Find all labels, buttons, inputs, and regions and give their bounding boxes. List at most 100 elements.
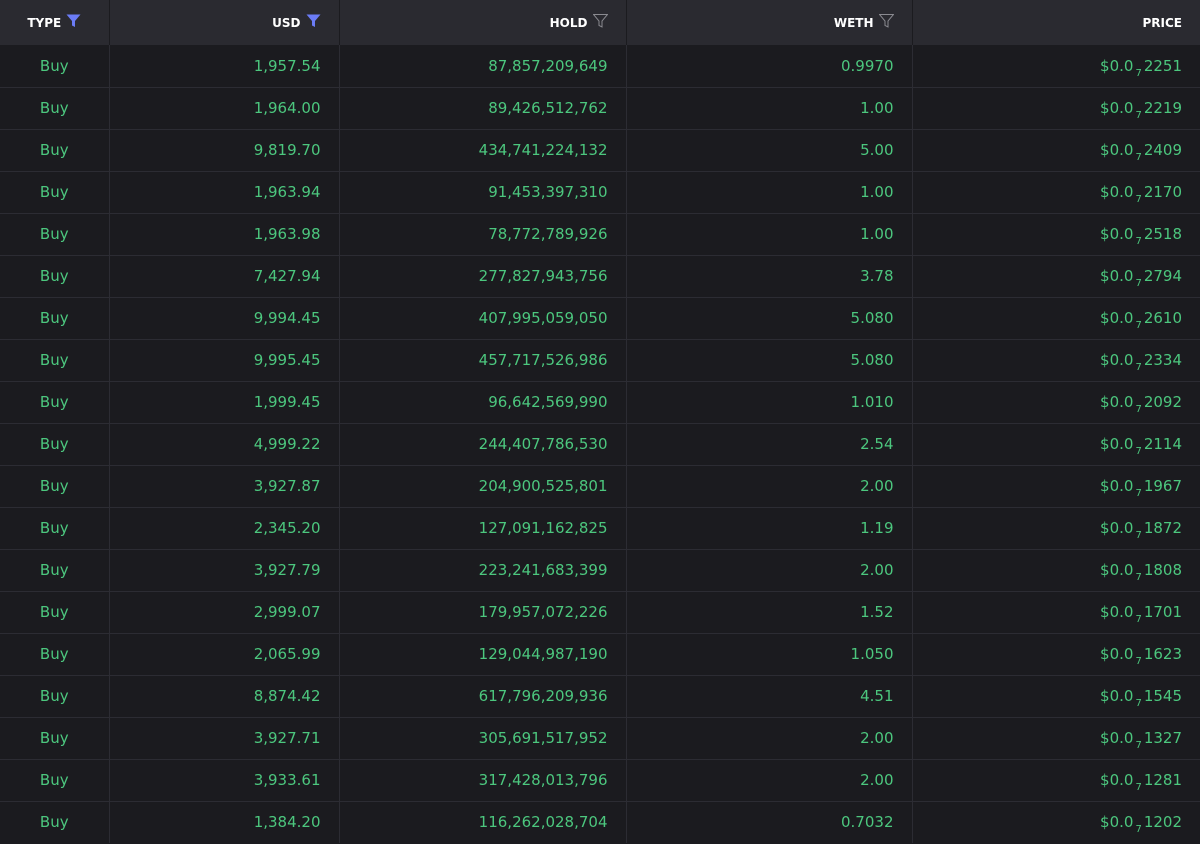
table-row[interactable]: Buy 9,994.45 407,995,059,050 5.080 $0.0 7 2610 xyxy=(0,297,1200,340)
price-value: $0.0 7 2610 xyxy=(912,297,1200,340)
price-value: $0.0 7 1545 xyxy=(912,675,1200,718)
weth-value: 2.00 xyxy=(626,549,913,592)
price-prefix: $0.0 xyxy=(1100,141,1134,159)
table-row[interactable]: Buy 1,963.94 91,453,397,310 1.00 $0.0 7 2170 xyxy=(0,171,1200,214)
hold-value: 244,407,786,530 xyxy=(339,423,627,466)
price-digits: 2409 xyxy=(1143,141,1182,159)
filter-icon[interactable] xyxy=(591,14,609,31)
table-row[interactable]: Buy 1,384.20 116,262,028,704 0.7032 $0.0 7 120… xyxy=(0,801,1200,843)
hold-value: 305,691,517,952 xyxy=(339,717,627,760)
price-prefix: $0.0 xyxy=(1100,729,1134,747)
price-digits: 2251 xyxy=(1143,56,1182,75)
table-row[interactable]: Buy 3,927.79 223,241,683,399 2.00 $0.0 7 1808 xyxy=(0,549,1200,592)
table-row[interactable]: Buy 9,995.45 457,717,526,986 5.080 $0.0 7 2334 xyxy=(0,339,1200,382)
price-zero-count: 7 xyxy=(1135,404,1142,415)
table-row[interactable]: Buy 8,874.42 617,796,209,936 4.51 $0.0 7 1545 xyxy=(0,675,1200,718)
table-row[interactable]: Buy 7,427.94 277,827,943,756 3.78 $0.0 7 2794 xyxy=(0,255,1200,298)
table-row[interactable]: Buy 2,065.99 129,044,987,190 1.050 $0.0 7 1623 xyxy=(0,633,1200,676)
usd-value: 3,927.79 xyxy=(109,549,340,592)
column-label-usd: USD xyxy=(272,16,301,30)
column-label-type: TYPE xyxy=(27,16,62,30)
price-digits: 1701 xyxy=(1143,603,1182,621)
price-prefix: $0.0 xyxy=(1100,687,1134,705)
price-digits: 2334 xyxy=(1143,351,1182,369)
hold-value: 116,262,028,704 xyxy=(339,801,627,843)
price-digits: 2219 xyxy=(1143,99,1182,117)
table-row[interactable]: Buy 3,927.71 305,691,517,952 2.00 $0.0 7 1327 xyxy=(0,717,1200,760)
price-value: $0.0 7 1202 xyxy=(912,801,1200,843)
price-zero-count: 7 xyxy=(1135,530,1142,541)
trade-type: Buy xyxy=(0,675,110,718)
hold-value: 317,428,013,796 xyxy=(339,759,627,802)
price-prefix: $0.0 xyxy=(1100,267,1134,285)
price-zero-count: 7 xyxy=(1135,446,1142,457)
hold-value: 87,857,209,649 xyxy=(339,45,627,88)
table-row[interactable]: Buy 1,957.54 87,857,209,649 0.9970 $0.0 7 2251 xyxy=(0,45,1200,88)
weth-value: 1.19 xyxy=(626,507,913,550)
price-prefix: $0.0 xyxy=(1100,309,1134,327)
weth-value: 1.52 xyxy=(626,591,913,634)
price-prefix: $0.0 xyxy=(1100,561,1134,579)
weth-value: 1.00 xyxy=(626,171,913,214)
column-header-type[interactable]: TYPE xyxy=(0,0,110,45)
table-row[interactable]: Buy 1,964.00 89,426,512,762 1.00 $0.0 7 2219 xyxy=(0,87,1200,130)
price-zero-count: 7 xyxy=(1135,614,1142,625)
price-value: $0.0 7 2409 xyxy=(912,129,1200,172)
filter-active-icon[interactable] xyxy=(66,14,81,31)
price-prefix: $0.0 xyxy=(1100,813,1134,832)
trade-type: Buy xyxy=(0,633,110,676)
price-zero-count: 7 xyxy=(1135,740,1142,751)
price-digits: 1872 xyxy=(1143,519,1182,537)
trade-type: Buy xyxy=(0,213,110,256)
trade-type: Buy xyxy=(0,507,110,550)
hold-value: 78,772,789,926 xyxy=(339,213,627,256)
price-digits: 2794 xyxy=(1143,267,1182,285)
price-zero-count: 7 xyxy=(1135,488,1142,499)
usd-value: 1,999.45 xyxy=(109,381,340,424)
weth-value: 2.00 xyxy=(626,759,913,802)
column-header-hold[interactable]: HOLD xyxy=(339,0,627,45)
price-prefix: $0.0 xyxy=(1100,56,1134,75)
usd-value: 1,384.20 xyxy=(109,801,340,843)
table-row[interactable]: Buy 1,963.98 78,772,789,926 1.00 $0.0 7 2518 xyxy=(0,213,1200,256)
usd-value: 8,874.42 xyxy=(109,675,340,718)
filter-icon[interactable] xyxy=(877,14,895,31)
table-row[interactable]: Buy 3,933.61 317,428,013,796 2.00 $0.0 7 1281 xyxy=(0,759,1200,802)
usd-value: 1,963.94 xyxy=(109,171,340,214)
table-row[interactable]: Buy 2,999.07 179,957,072,226 1.52 $0.0 7 1701 xyxy=(0,591,1200,634)
hold-value: 223,241,683,399 xyxy=(339,549,627,592)
table-row[interactable]: Buy 2,345.20 127,091,162,825 1.19 $0.0 7 1872 xyxy=(0,507,1200,550)
hold-value: 96,642,569,990 xyxy=(339,381,627,424)
header-row: TYPE USD HOLD WETH PRICE xyxy=(0,0,1200,45)
table-row[interactable]: Buy 3,927.87 204,900,525,801 2.00 $0.0 7 1967 xyxy=(0,465,1200,508)
price-zero-count: 7 xyxy=(1135,320,1142,331)
price-zero-count: 7 xyxy=(1135,194,1142,205)
price-digits: 1545 xyxy=(1143,687,1182,705)
column-header-usd[interactable]: USD xyxy=(109,0,340,45)
price-prefix: $0.0 xyxy=(1100,225,1134,243)
table-row[interactable]: Buy 4,999.22 244,407,786,530 2.54 $0.0 7 2114 xyxy=(0,423,1200,466)
price-value: $0.0 7 2170 xyxy=(912,171,1200,214)
price-value: $0.0 7 1623 xyxy=(912,633,1200,676)
hold-value: 434,741,224,132 xyxy=(339,129,627,172)
weth-value: 2.54 xyxy=(626,423,913,466)
price-digits: 1202 xyxy=(1143,813,1182,832)
price-value: $0.0 7 1281 xyxy=(912,759,1200,802)
price-prefix: $0.0 xyxy=(1100,645,1134,663)
table-row[interactable]: Buy 9,819.70 434,741,224,132 5.00 $0.0 7 2409 xyxy=(0,129,1200,172)
weth-value: 5.00 xyxy=(626,129,913,172)
trade-type: Buy xyxy=(0,339,110,382)
trade-type: Buy xyxy=(0,87,110,130)
table-body: Buy 1,957.54 87,857,209,649 0.9970 $0.0 7 2251… xyxy=(0,45,1200,843)
price-zero-count: 7 xyxy=(1135,236,1142,247)
price-value: $0.0 7 2251 xyxy=(912,45,1200,88)
price-zero-count: 7 xyxy=(1135,572,1142,583)
column-header-weth[interactable]: WETH xyxy=(626,0,913,45)
price-zero-count: 7 xyxy=(1135,110,1142,121)
price-value: $0.0 7 2334 xyxy=(912,339,1200,382)
price-prefix: $0.0 xyxy=(1100,393,1134,411)
trade-type: Buy xyxy=(0,759,110,802)
price-digits: 1808 xyxy=(1143,561,1182,579)
table-row[interactable]: Buy 1,999.45 96,642,569,990 1.010 $0.0 7 2092 xyxy=(0,381,1200,424)
filter-active-icon[interactable] xyxy=(306,14,321,31)
